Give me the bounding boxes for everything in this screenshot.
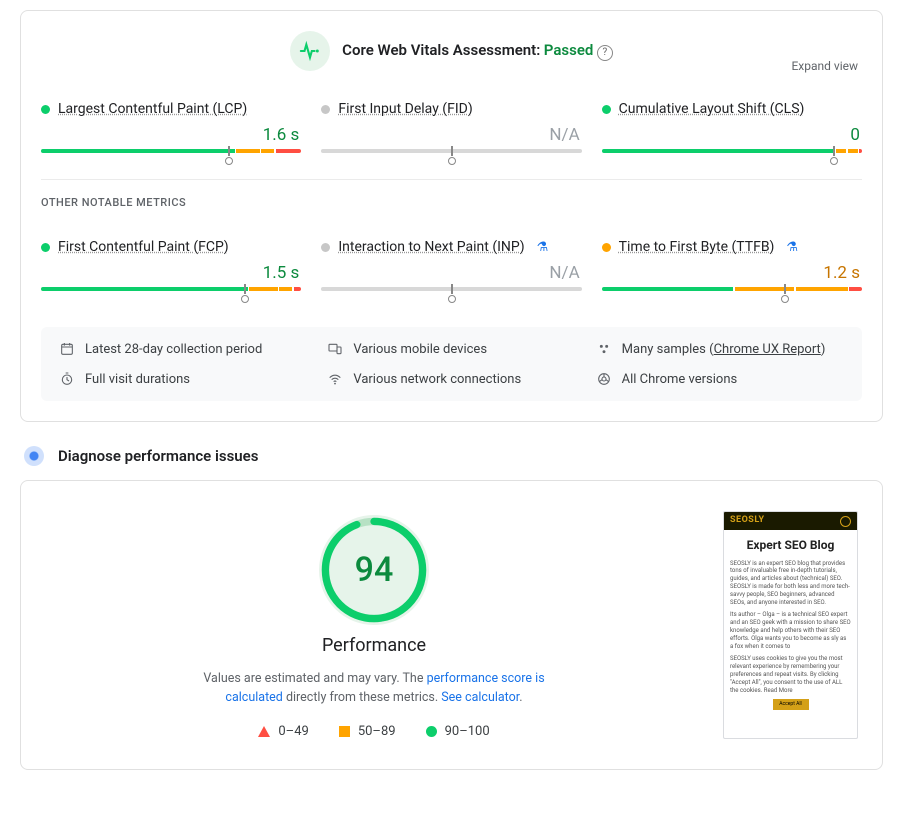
metric-name[interactable]: Time to First Byte (TTFB) (619, 239, 775, 255)
preview-accept-button: Accept All (773, 699, 809, 710)
cwv-header: Core Web Vitals Assessment: Passed ? Exp… (21, 11, 882, 71)
primary-metrics-row: Largest Contentful Paint (LCP) 1.6 s Fir… (21, 71, 882, 179)
metric: Largest Contentful Paint (LCP) 1.6 s (41, 101, 301, 159)
status-dot (321, 105, 330, 114)
metric-name[interactable]: First Input Delay (FID) (338, 101, 472, 117)
crux-link[interactable]: Chrome UX Report (714, 342, 821, 357)
other-metrics-row: First Contentful Paint (FCP) 1.5 s Inter… (21, 209, 882, 317)
metric: First Input Delay (FID) N/A (321, 101, 581, 159)
metric-name[interactable]: Largest Contentful Paint (LCP) (58, 101, 247, 117)
circle-icon (426, 726, 437, 737)
metric-bar (41, 149, 301, 159)
metric-bar (321, 287, 581, 297)
square-icon (339, 726, 350, 737)
calendar-icon (59, 341, 75, 357)
vitals-icon (290, 31, 330, 71)
page-preview: SEOSLY Expert SEO Blog SEOSLY is an expe… (723, 511, 858, 739)
triangle-icon (258, 726, 270, 737)
legend-mid: 50–89 (339, 724, 396, 739)
clock-icon (59, 371, 75, 387)
preview-logo: SEOSLY (730, 515, 765, 527)
note-network: Various network connections (327, 371, 575, 387)
diagnose-header: Diagnose performance issues (24, 446, 879, 466)
preview-title: Expert SEO Blog (724, 530, 857, 560)
note-period: Latest 28-day collection period (59, 341, 307, 357)
metric: Interaction to Next Paint (INP) ⚗ N/A (321, 239, 581, 297)
samples-icon (596, 341, 612, 357)
performance-summary: 94 Performance Values are estimated and … (45, 511, 703, 739)
performance-description: Values are estimated and may vary. The p… (194, 670, 554, 708)
legend-good: 90–100 (426, 724, 490, 739)
pulse-icon (24, 446, 44, 466)
note-versions: All Chrome versions (596, 371, 844, 387)
performance-card: 94 Performance Values are estimated and … (20, 480, 883, 770)
metric-bar (602, 149, 862, 159)
metric-value: N/A (321, 263, 579, 283)
note-durations: Full visit durations (59, 371, 307, 387)
metric-name[interactable]: Interaction to Next Paint (INP) (338, 239, 524, 255)
note-devices: Various mobile devices (327, 341, 575, 357)
score-legend: 0–49 50–89 90–100 (258, 724, 489, 739)
metric-value: 1.5 s (41, 263, 299, 283)
metric-value: 0 (602, 125, 860, 145)
status-dot (321, 243, 330, 252)
flask-icon: ⚗ (537, 240, 549, 255)
help-icon[interactable]: ? (597, 45, 613, 61)
performance-label: Performance (322, 635, 426, 656)
metric-name[interactable]: Cumulative Layout Shift (CLS) (619, 101, 805, 117)
status-dot (602, 243, 611, 252)
wifi-icon (327, 371, 343, 387)
performance-gauge: 94 (319, 515, 429, 625)
cwv-status: Passed (544, 41, 594, 59)
diagnose-title: Diagnose performance issues (58, 447, 258, 465)
metric-name[interactable]: First Contentful Paint (FCP) (58, 239, 229, 255)
preview-body: SEOSLY is an expert SEO blog that provid… (724, 560, 857, 710)
collection-notes: Latest 28-day collection period Various … (41, 327, 862, 401)
cwv-card: Core Web Vitals Assessment: Passed ? Exp… (20, 10, 883, 422)
metric-bar (602, 287, 862, 297)
performance-score: 94 (319, 515, 429, 625)
search-icon (840, 516, 851, 527)
metric-value: 1.2 s (602, 263, 860, 283)
legend-bad: 0–49 (258, 724, 308, 739)
chrome-icon (596, 371, 612, 387)
status-dot (41, 243, 50, 252)
metric: First Contentful Paint (FCP) 1.5 s (41, 239, 301, 297)
note-samples: Many samples (Chrome UX Report) (596, 341, 844, 357)
devices-icon (327, 341, 343, 357)
metric: Cumulative Layout Shift (CLS) 0 (602, 101, 862, 159)
cwv-title-prefix: Core Web Vitals Assessment: (342, 41, 540, 59)
cwv-title-row: Core Web Vitals Assessment: Passed ? (342, 41, 613, 61)
preview-header: SEOSLY (724, 512, 857, 530)
metric-value: 1.6 s (41, 125, 299, 145)
status-dot (602, 105, 611, 114)
other-metrics-label: OTHER NOTABLE METRICS (21, 180, 882, 209)
status-dot (41, 105, 50, 114)
metric: Time to First Byte (TTFB) ⚗ 1.2 s (602, 239, 862, 297)
flask-icon: ⚗ (786, 240, 798, 255)
metric-bar (41, 287, 301, 297)
metric-bar (321, 149, 581, 159)
expand-view-link[interactable]: Expand view (791, 59, 858, 73)
metric-value: N/A (321, 125, 579, 145)
calculator-link[interactable]: See calculator (441, 690, 519, 705)
